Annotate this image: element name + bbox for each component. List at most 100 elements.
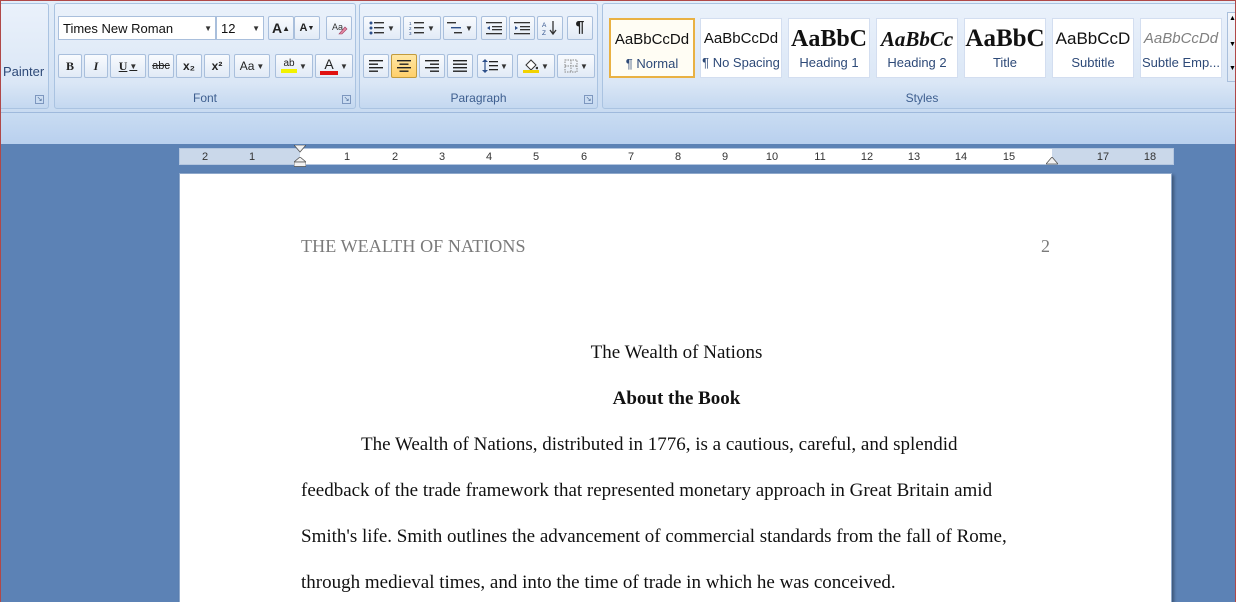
clipboard-launcher-icon[interactable]: ↘ bbox=[35, 95, 44, 104]
svg-text:Z: Z bbox=[542, 30, 546, 36]
decrease-indent-icon bbox=[486, 22, 502, 35]
body-line[interactable]: The Wealth of Nations, distributed in 17… bbox=[361, 434, 958, 456]
chevron-down-icon[interactable]: ▼ bbox=[465, 24, 473, 33]
ruler-label: 8 bbox=[674, 151, 682, 163]
chevron-down-icon[interactable]: ▼ bbox=[580, 62, 588, 71]
font-color-icon: A bbox=[324, 55, 334, 72]
align-left-button[interactable] bbox=[363, 54, 389, 78]
hanging-indent-marker-icon[interactable] bbox=[294, 157, 306, 167]
paint-bucket-icon bbox=[525, 59, 539, 70]
chevron-down-icon[interactable]: ▼ bbox=[387, 24, 395, 33]
chevron-down-icon[interactable]: ▼ bbox=[427, 24, 435, 33]
document-page[interactable]: THE WEALTH OF NATIONS 2 The Wealth of Na… bbox=[179, 173, 1172, 602]
clipboard-group: Painter ↘ bbox=[0, 3, 49, 109]
chevron-down-icon[interactable]: ▼ bbox=[129, 62, 137, 71]
ruler-label: 1 bbox=[343, 151, 351, 163]
body-line[interactable]: Smith's life. Smith outlines the advance… bbox=[301, 526, 1007, 548]
clear-formatting-icon: Aa bbox=[332, 22, 348, 35]
chevron-down-icon[interactable]: ▼ bbox=[256, 62, 264, 71]
font-dialog-launcher-icon[interactable]: ↘ bbox=[342, 95, 351, 104]
superscript-button[interactable]: x² bbox=[204, 54, 230, 78]
align-center-button[interactable] bbox=[391, 54, 417, 78]
grow-font-button[interactable]: A ▲ bbox=[268, 16, 294, 40]
font-name-value: Times New Roman bbox=[63, 20, 174, 36]
change-case-button[interactable]: Aa ▼ bbox=[234, 54, 270, 78]
chevron-down-icon[interactable]: ▼ bbox=[340, 62, 348, 71]
chevron-down-icon[interactable]: ▼ bbox=[500, 62, 508, 71]
body-line[interactable]: feedback of the trade framework that rep… bbox=[301, 480, 992, 502]
style-heading-1[interactable]: AaBbC Heading 1 bbox=[788, 18, 870, 78]
svg-text:Aa: Aa bbox=[332, 22, 343, 32]
ruler-label: 15 bbox=[1002, 151, 1016, 163]
style-no-spacing[interactable]: AaBbCcDd ¶ No Spacing bbox=[700, 18, 782, 78]
style-title[interactable]: AaBbC Title bbox=[964, 18, 1046, 78]
ruler-label: 18 bbox=[1143, 151, 1157, 163]
style-normal[interactable]: AaBbCcDd ¶ Normal bbox=[609, 18, 695, 78]
chevron-down-icon[interactable]: ▼ bbox=[204, 24, 212, 33]
ruler-label: 2 bbox=[201, 151, 209, 163]
ruler-label: 12 bbox=[860, 151, 874, 163]
pilcrow-icon: ¶ bbox=[575, 19, 585, 36]
window-frame-left bbox=[0, 0, 1, 602]
bold-button[interactable]: B bbox=[58, 54, 82, 78]
chevron-down-icon[interactable]: ▼ bbox=[252, 24, 260, 33]
ruler-label: 13 bbox=[907, 151, 921, 163]
italic-button[interactable]: I bbox=[84, 54, 108, 78]
bullets-button[interactable]: ▼ bbox=[363, 16, 401, 40]
document-title[interactable]: The Wealth of Nations bbox=[180, 342, 1173, 364]
chevron-down-icon[interactable]: ▼ bbox=[541, 62, 549, 71]
show-formatting-button[interactable]: ¶ bbox=[567, 16, 593, 40]
paragraph-dialog-launcher-icon[interactable]: ↘ bbox=[584, 95, 593, 104]
line-spacing-button[interactable]: ▼ bbox=[477, 54, 513, 78]
section-heading[interactable]: About the Book bbox=[180, 388, 1173, 410]
style-heading-2[interactable]: AaBbCc Heading 2 bbox=[876, 18, 958, 78]
ruler-label: 5 bbox=[532, 151, 540, 163]
shading-button[interactable]: ▼ bbox=[517, 54, 555, 78]
subscript-button[interactable]: x₂ bbox=[176, 54, 202, 78]
font-size-combo[interactable]: 12 ▼ bbox=[216, 16, 264, 40]
style-subtitle[interactable]: AaBbCcD Subtitle bbox=[1052, 18, 1134, 78]
font-color-button[interactable]: A ▼ bbox=[315, 54, 353, 78]
horizontal-ruler[interactable]: 2 1 1 2 3 4 5 6 7 8 9 10 11 12 13 14 15 … bbox=[179, 145, 1174, 167]
align-right-button[interactable] bbox=[419, 54, 445, 78]
numbering-button[interactable]: 1 2 3 ▼ bbox=[403, 16, 441, 40]
highlight-button[interactable]: ab ▼ bbox=[275, 54, 313, 78]
sort-icon: A Z bbox=[542, 21, 557, 36]
svg-text:A: A bbox=[542, 22, 547, 29]
clear-formatting-button[interactable]: Aa bbox=[326, 16, 352, 40]
paragraph-group: ▼ 1 2 3 ▼ ▼ A Z ¶ ▼ ▼ ▼ Paragraph ↘ bbox=[359, 3, 598, 109]
borders-button[interactable]: ▼ bbox=[557, 54, 595, 78]
shrink-font-button[interactable]: A ▼ bbox=[294, 16, 320, 40]
body-line[interactable]: through medieval times, and into the tim… bbox=[301, 572, 896, 594]
ruler-label: 4 bbox=[485, 151, 493, 163]
ruler-left-margin bbox=[180, 149, 300, 164]
style-subtle-emphasis[interactable]: AaBbCcDd Subtle Emp... bbox=[1140, 18, 1222, 78]
font-group-label: Font bbox=[192, 91, 217, 105]
ruler-label: 1 bbox=[248, 151, 256, 163]
strikethrough-button[interactable]: abc bbox=[148, 54, 174, 78]
running-header-page-number[interactable]: 2 bbox=[1041, 236, 1050, 257]
multilevel-list-button[interactable]: ▼ bbox=[443, 16, 477, 40]
format-painter-button[interactable]: Painter bbox=[3, 64, 44, 79]
ruler-label: 2 bbox=[391, 151, 399, 163]
increase-indent-button[interactable] bbox=[509, 16, 535, 40]
styles-group-label: Styles bbox=[905, 91, 939, 105]
borders-icon bbox=[564, 59, 578, 73]
highlight-icon: ab bbox=[283, 58, 295, 69]
running-header-title[interactable]: THE WEALTH OF NATIONS bbox=[301, 236, 526, 257]
paragraph-group-label: Paragraph bbox=[450, 91, 507, 105]
ribbon: Painter ↘ Times New Roman ▼ 12 ▼ A ▲ A ▼ A… bbox=[0, 0, 1236, 112]
align-right-icon bbox=[425, 60, 439, 72]
bullets-icon bbox=[369, 21, 385, 35]
ruler-label: 6 bbox=[580, 151, 588, 163]
first-line-indent-marker-icon[interactable] bbox=[294, 145, 306, 153]
numbering-icon: 1 2 3 bbox=[409, 21, 425, 35]
right-indent-marker-icon[interactable] bbox=[1046, 157, 1058, 165]
sort-button[interactable]: A Z bbox=[537, 16, 563, 40]
chevron-down-icon[interactable]: ▼ bbox=[299, 62, 307, 71]
justify-button[interactable] bbox=[447, 54, 473, 78]
font-name-combo[interactable]: Times New Roman ▼ bbox=[58, 16, 216, 40]
underline-button[interactable]: U ▼ bbox=[110, 54, 146, 78]
decrease-indent-button[interactable] bbox=[481, 16, 507, 40]
align-left-icon bbox=[369, 60, 383, 72]
